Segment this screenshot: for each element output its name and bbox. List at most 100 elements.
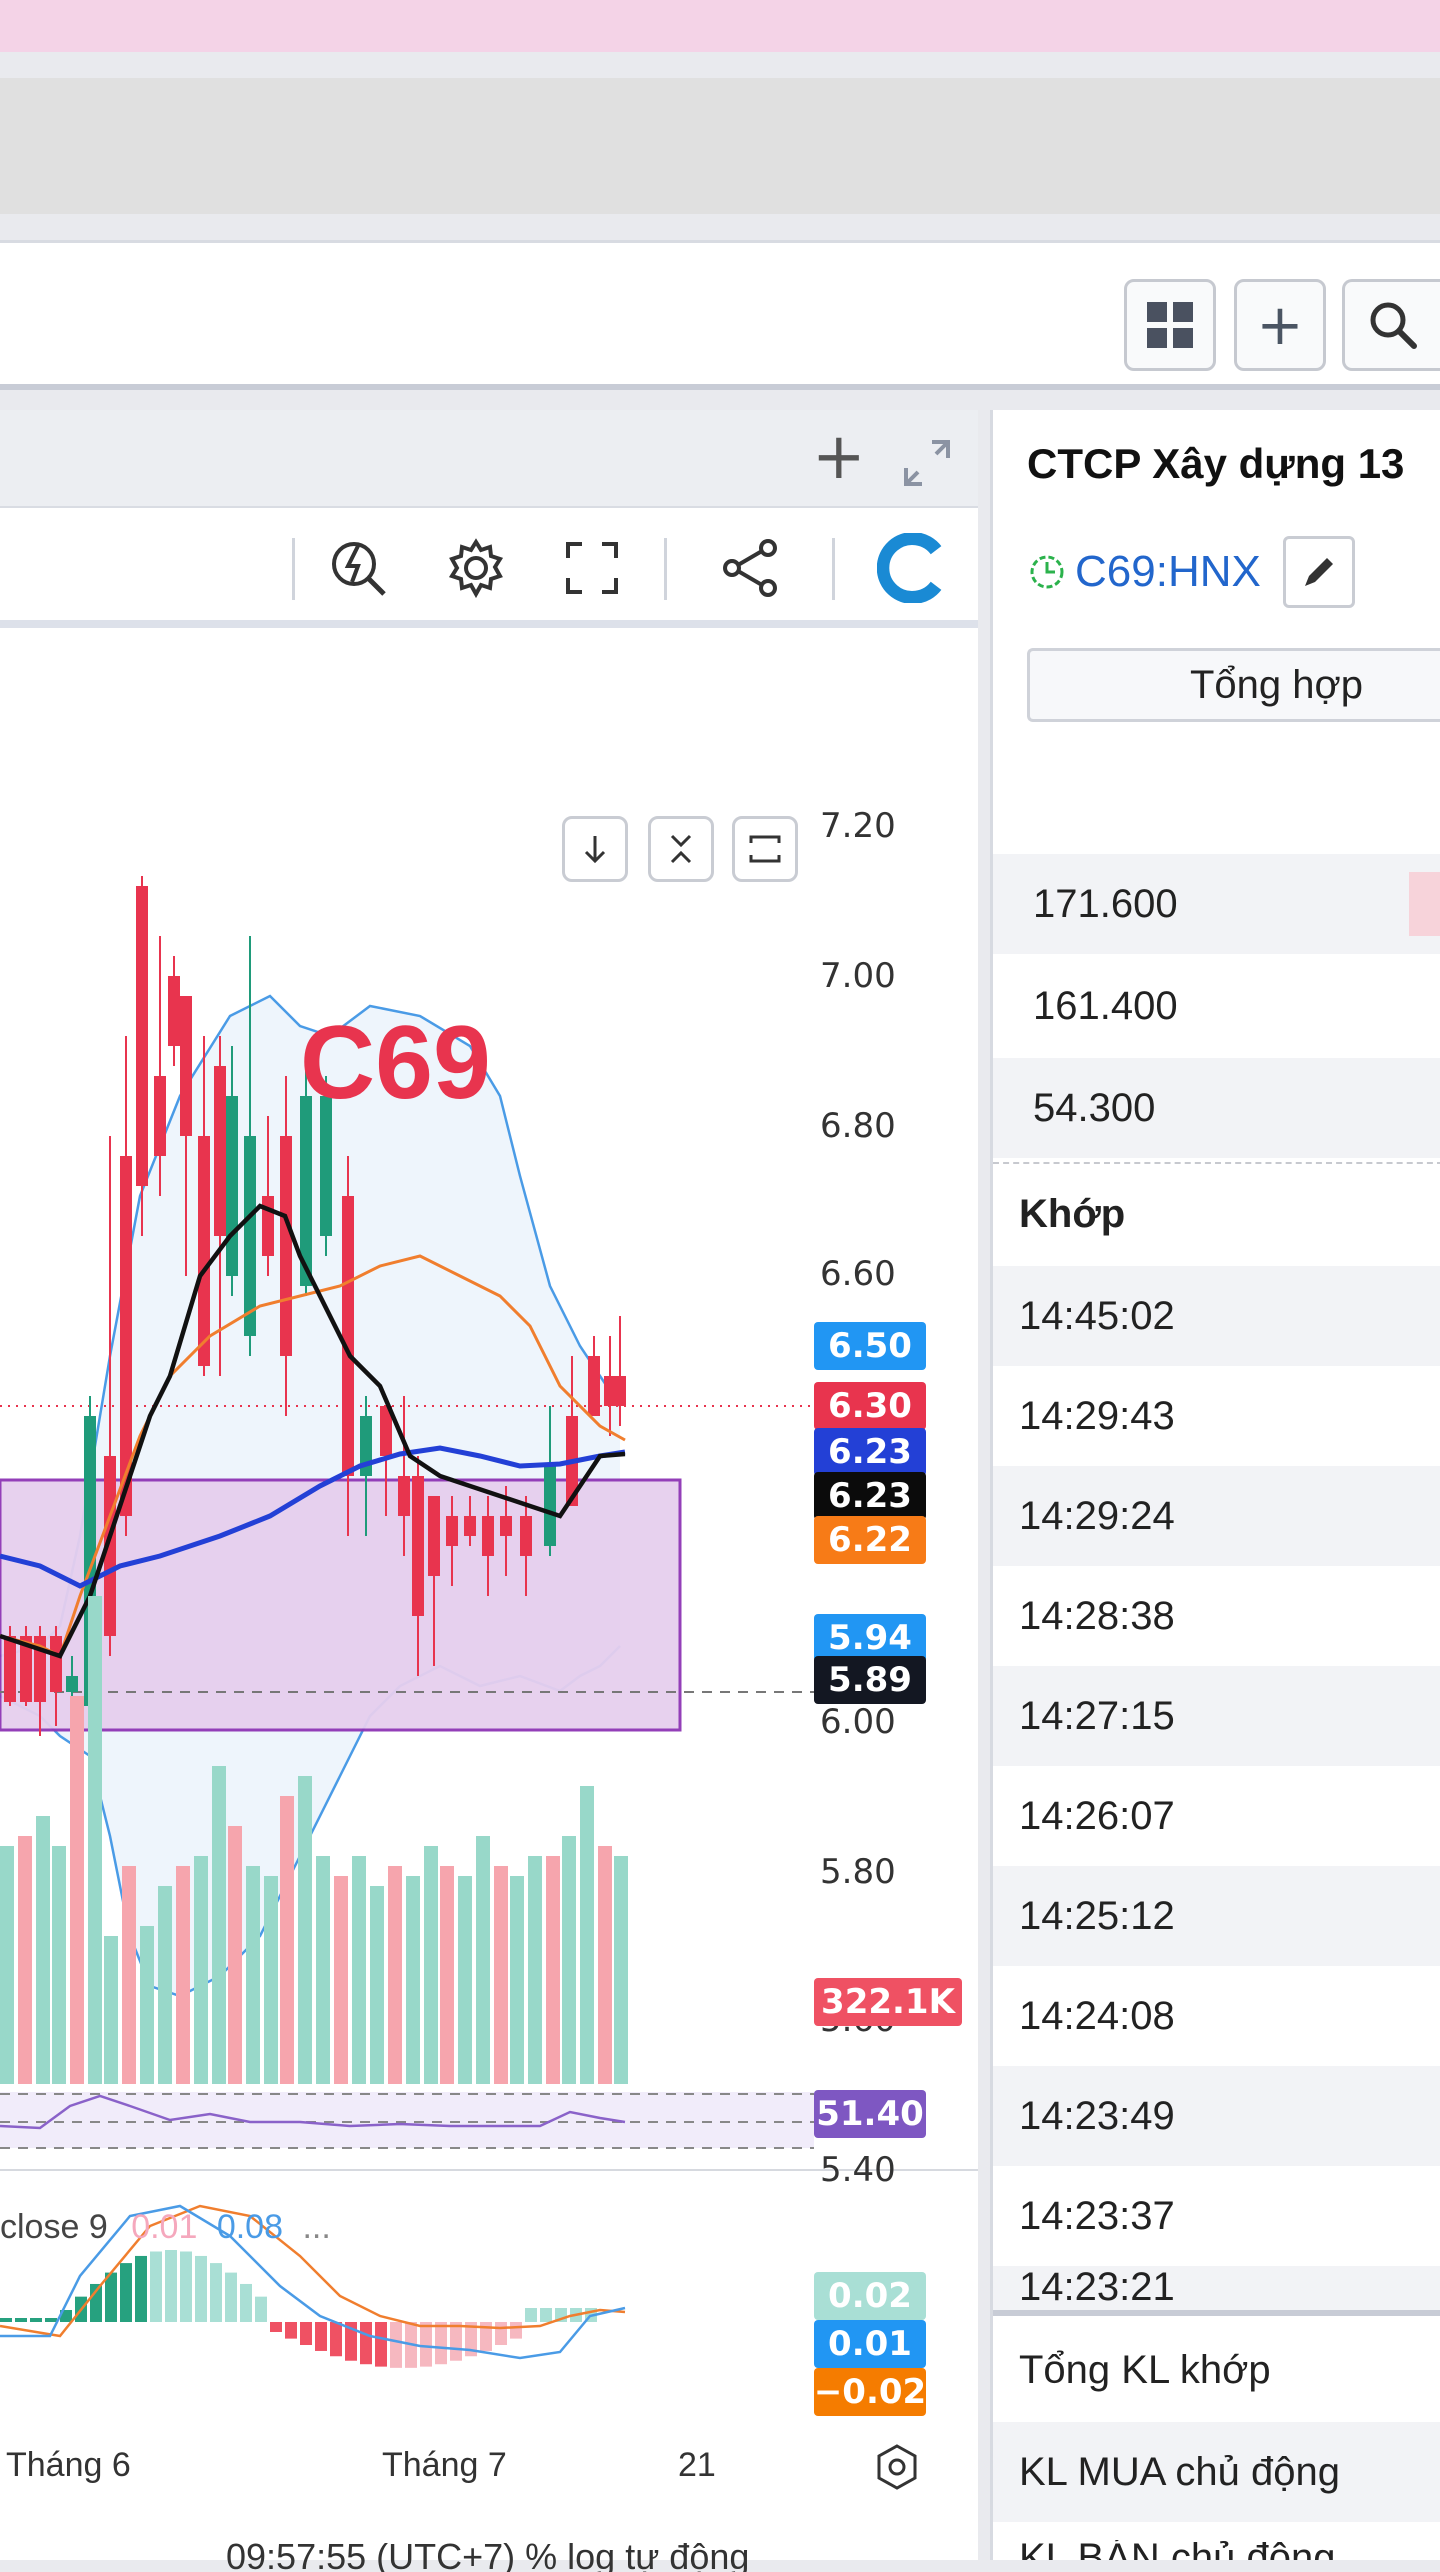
macd-legend-v1: 0.01 (131, 2208, 198, 2246)
candle-body (262, 1196, 274, 1256)
volume-bar (158, 1886, 172, 2084)
grid-icon (1147, 302, 1193, 348)
volume-bar (1409, 872, 1440, 936)
volume-bar (298, 1776, 312, 2084)
price-tag: 5.94 (814, 1614, 926, 1662)
price-tag: 5.89 (814, 1656, 926, 1704)
macd-bar (300, 2322, 312, 2346)
price-axis-label: 5.40 (820, 2150, 896, 2190)
volume-bar (264, 1876, 278, 2084)
tab-summary[interactable]: Tổng hợp (1027, 648, 1440, 722)
trade-time-row: 14:26:07 (993, 1766, 1440, 1866)
price-chart[interactable]: C69 7.207.006.806.606.406.005.805.605.40… (0, 636, 978, 2490)
macd-bar (420, 2322, 432, 2367)
pencil-icon (1304, 558, 1333, 586)
candle-body (412, 1476, 424, 1616)
divider (993, 2310, 1440, 2316)
price-tag: 6.30 (814, 1382, 926, 1430)
trade-time-row: 14:23:21 (993, 2266, 1440, 2310)
trade-time: 14:23:21 (1019, 2266, 1175, 2309)
price-tag: 0.02 (814, 2272, 926, 2320)
top-banner (0, 0, 1440, 52)
volume-bar (316, 1856, 330, 2084)
candle-body (66, 1676, 78, 1692)
macd-bar (165, 2250, 177, 2322)
trade-time-row: 14:29:43 (993, 1366, 1440, 1466)
stock-info-panel: CTCP Xây dựng 13 C69:HNX Tổng hợp 171.60… (990, 410, 1440, 2560)
candle-body (464, 1516, 476, 1536)
add-button[interactable]: + (1234, 279, 1326, 371)
candle-body (614, 1376, 626, 1406)
price-axis-label: 7.20 (820, 806, 896, 846)
candle-body (154, 1076, 166, 1156)
layout-grid-button[interactable] (1124, 279, 1216, 371)
summary-label: KL MUA chủ động (1019, 2449, 1340, 2494)
candle-body (428, 1496, 440, 1576)
macd-bar (510, 2322, 522, 2339)
share-tool[interactable] (712, 530, 788, 606)
trade-time: 14:29:43 (1019, 1393, 1175, 1438)
plus-icon: + (1256, 292, 1304, 358)
divider (292, 538, 295, 600)
macd-bar (360, 2322, 372, 2365)
add-chart-icon[interactable]: + (812, 420, 866, 494)
macd-bar (120, 2263, 132, 2322)
edit-button[interactable] (1282, 536, 1355, 608)
collapse-button[interactable] (648, 816, 714, 882)
trade-time-row: 14:28:38 (993, 1566, 1440, 1666)
alert-tool[interactable] (320, 530, 396, 606)
chart-header: + (0, 410, 978, 508)
candle-body (544, 1466, 556, 1546)
price-axis-label: 6.00 (820, 1702, 896, 1742)
volume-bar (370, 1886, 384, 2084)
volume-value: 161.400 (1033, 983, 1178, 1028)
volume-bar (0, 1846, 14, 2084)
chart-tools (0, 510, 978, 628)
trade-time-row: 14:23:49 (993, 2066, 1440, 2166)
candle-body (168, 976, 180, 1046)
price-axis-label: 5.80 (820, 1852, 896, 1892)
fullscreen-tool[interactable] (554, 530, 630, 606)
scroll-down-button[interactable] (562, 816, 628, 882)
trade-time-row: 14:45:02 (993, 1266, 1440, 1366)
candle-body (180, 996, 192, 1136)
trade-time: 14:23:37 (1019, 2193, 1175, 2238)
volume-value: 171.600 (1033, 881, 1178, 926)
volume-bar (458, 1876, 472, 2084)
arrow-down-icon (584, 836, 606, 864)
axis-settings-icon[interactable] (872, 2442, 922, 2492)
volume-bar (194, 1856, 208, 2084)
volume-row: 171.600 (993, 854, 1440, 954)
price-tag: 6.23 (814, 1472, 926, 1520)
volume-bar (246, 1866, 260, 2084)
company-name: CTCP Xây dựng 13 (1027, 440, 1405, 487)
volume-bar (52, 1846, 66, 2084)
volume-value: 54.300 (1033, 1085, 1156, 1130)
volume-bar (440, 1866, 454, 2084)
volume-bar (176, 1866, 190, 2084)
ticker-symbol[interactable]: C69:HNX (1075, 547, 1261, 597)
macd-bar (195, 2255, 207, 2322)
volume-bar (598, 1846, 612, 2084)
volume-bar (546, 1856, 560, 2084)
macd-legend-more[interactable]: ... (302, 2208, 330, 2246)
expand-icon[interactable] (900, 436, 954, 490)
macd-bar (315, 2322, 327, 2351)
ticker-row: C69:HNX (1027, 536, 1355, 608)
maximize-pane-button[interactable] (732, 816, 798, 882)
logo-icon (877, 533, 942, 603)
macd-bar (525, 2308, 537, 2322)
volume-bar (140, 1926, 154, 2084)
volume-bar (424, 1846, 438, 2084)
settings-tool[interactable] (438, 530, 514, 606)
candle-body (244, 1136, 256, 1336)
lightning-search-icon (332, 542, 386, 596)
price-tag: 6.23 (814, 1428, 926, 1476)
macd-bar (270, 2322, 282, 2332)
search-button[interactable] (1342, 279, 1440, 371)
trade-time-row: 14:29:24 (993, 1466, 1440, 1566)
volume-bar (476, 1836, 490, 2084)
candle-body (136, 886, 148, 1186)
macd-bar (285, 2322, 297, 2339)
macd-bar (540, 2308, 552, 2322)
